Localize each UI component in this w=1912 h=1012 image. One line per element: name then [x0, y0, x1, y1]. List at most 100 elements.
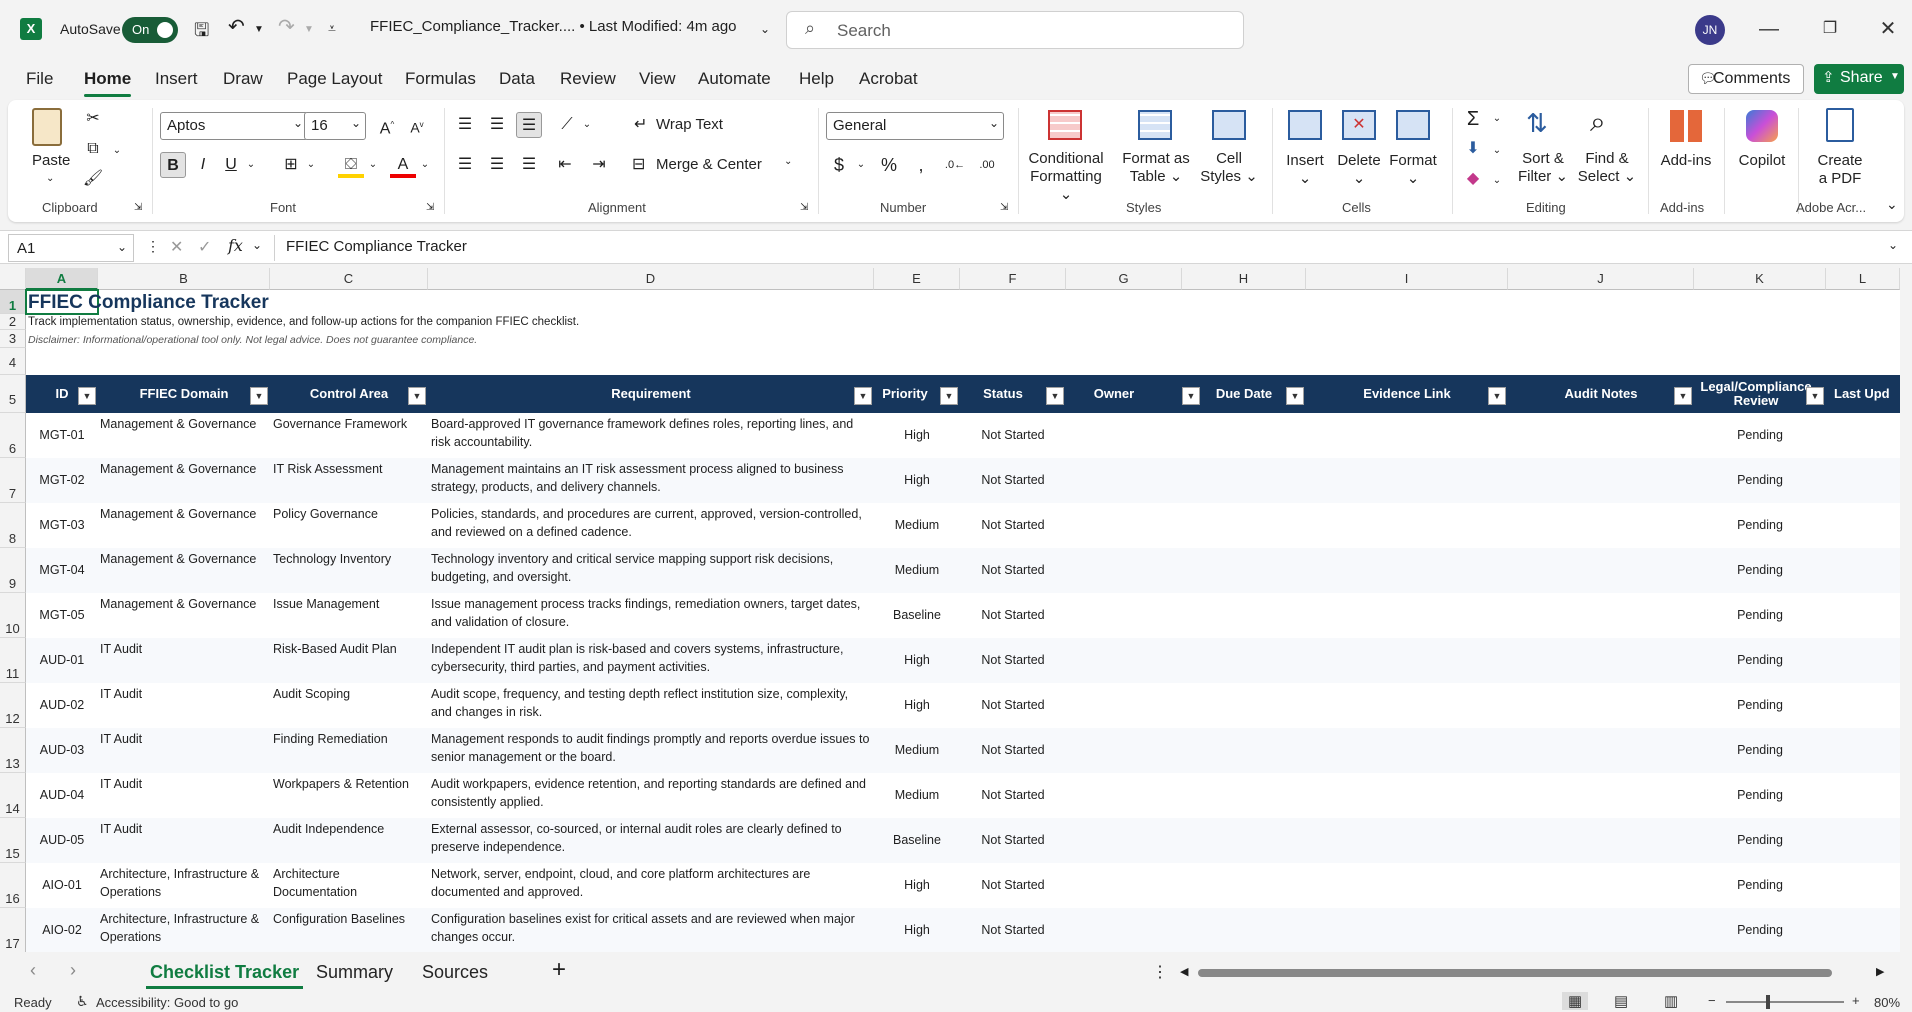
- align-middle-icon[interactable]: ☰: [484, 112, 510, 138]
- row-header[interactable]: 6: [0, 413, 26, 458]
- cell-req[interactable]: Board-approved IT governance framework d…: [431, 415, 871, 456]
- merge-center-button[interactable]: Merge & Center: [656, 156, 762, 174]
- select-all-corner[interactable]: [0, 268, 26, 290]
- row-header-2[interactable]: 2: [0, 314, 26, 330]
- column-header-k[interactable]: K: [1694, 268, 1826, 290]
- column-header-a[interactable]: A: [26, 268, 98, 290]
- merge-center-icon[interactable]: ⊟: [632, 154, 645, 174]
- tab-home[interactable]: Home: [84, 69, 132, 97]
- bold-icon[interactable]: B: [160, 152, 186, 178]
- autosave-toggle[interactable]: On: [122, 17, 178, 43]
- filter-dropdown-icon[interactable]: ▼: [1046, 387, 1064, 405]
- decrease-font-icon[interactable]: Av: [404, 112, 430, 138]
- cell-priority[interactable]: High: [874, 471, 960, 512]
- format-as-table-button[interactable]: Format as Table ⌄: [1118, 150, 1194, 186]
- create-pdf-icon[interactable]: [1826, 108, 1854, 142]
- create-pdf-button[interactable]: Create a PDF: [1808, 152, 1872, 188]
- filter-dropdown-icon[interactable]: ▼: [854, 387, 872, 405]
- zoom-slider[interactable]: [1726, 1001, 1844, 1003]
- cell-id[interactable]: MGT-02: [26, 471, 98, 512]
- cell-priority[interactable]: Medium: [874, 561, 960, 602]
- share-button[interactable]: ⇪ Share ▼: [1814, 64, 1904, 94]
- page-layout-view-icon[interactable]: ▤: [1614, 992, 1628, 1010]
- insert-function-chevron-icon[interactable]: ⌄: [252, 238, 262, 252]
- align-top-icon[interactable]: ☰: [452, 112, 478, 138]
- cell-domain[interactable]: Management & Governance: [100, 415, 268, 456]
- formula-input[interactable]: FFIEC Compliance Tracker: [286, 238, 467, 255]
- increase-decimal-icon[interactable]: .0←: [942, 152, 968, 178]
- sheet-tab-sources[interactable]: Sources: [422, 962, 488, 983]
- next-sheet-icon[interactable]: ›: [70, 960, 76, 981]
- column-header-l[interactable]: L: [1826, 268, 1900, 290]
- align-bottom-icon[interactable]: ☰: [516, 112, 542, 138]
- formula-bar-more-icon[interactable]: ⋮: [146, 238, 160, 255]
- tab-view[interactable]: View: [639, 69, 676, 89]
- column-header-h[interactable]: H: [1182, 268, 1306, 290]
- worksheet-grid[interactable]: A B C D E F G H I J K L 1 2 3 4 5 FFIEC …: [0, 268, 1900, 952]
- row-header-3[interactable]: 3: [0, 330, 26, 348]
- cell-domain[interactable]: IT Audit: [100, 730, 268, 771]
- format-as-table-icon[interactable]: [1138, 110, 1172, 140]
- cell-area[interactable]: Governance Framework: [273, 415, 425, 456]
- zoom-out-icon[interactable]: −: [1708, 993, 1716, 1008]
- cell-area[interactable]: Audit Independence: [273, 820, 425, 861]
- tab-acrobat[interactable]: Acrobat: [859, 69, 918, 89]
- italic-icon[interactable]: I: [190, 152, 216, 178]
- format-cells-button[interactable]: Format ⌄: [1386, 152, 1440, 188]
- page-break-view-icon[interactable]: ▥: [1664, 992, 1678, 1010]
- paste-chevron-icon[interactable]: ⌄: [46, 170, 54, 188]
- copilot-icon[interactable]: [1746, 110, 1778, 142]
- name-box-chevron-icon[interactable]: ⌄: [117, 240, 127, 254]
- fill-icon[interactable]: ⬇: [1460, 136, 1486, 162]
- decrease-decimal-icon[interactable]: .00: [974, 152, 1000, 178]
- scroll-left-icon[interactable]: ◀: [1180, 965, 1188, 978]
- conditional-formatting-button[interactable]: Conditional Formatting ⌄: [1028, 150, 1104, 204]
- cell-req[interactable]: External assessor, co-sourced, or intern…: [431, 820, 871, 861]
- document-title[interactable]: FFIEC_Compliance_Tracker.... • Last Modi…: [370, 18, 737, 35]
- cell-area[interactable]: Configuration Baselines: [273, 910, 425, 951]
- copy-chevron-icon[interactable]: ⌄: [104, 138, 130, 164]
- row-header[interactable]: 11: [0, 638, 26, 683]
- row-header[interactable]: 8: [0, 503, 26, 548]
- customize-toolbar-icon[interactable]: ⩡: [328, 20, 336, 37]
- underline-chevron-icon[interactable]: ⌄: [238, 152, 264, 178]
- column-header-j[interactable]: J: [1508, 268, 1694, 290]
- cell-area[interactable]: Finding Remediation: [273, 730, 425, 771]
- tab-automate[interactable]: Automate: [698, 69, 771, 89]
- column-header-e[interactable]: E: [874, 268, 960, 290]
- cell-domain[interactable]: Management & Governance: [100, 550, 268, 591]
- ribbon-collapse-icon[interactable]: ⌄: [1886, 196, 1898, 213]
- font-launcher-icon[interactable]: ⇲: [426, 202, 434, 213]
- horizontal-scroll-thumb[interactable]: [1198, 969, 1832, 977]
- filter-dropdown-icon[interactable]: ▼: [78, 387, 96, 405]
- tab-page-layout[interactable]: Page Layout: [287, 69, 382, 89]
- cell-id[interactable]: AUD-05: [26, 831, 98, 872]
- clipboard-launcher-icon[interactable]: ⇲: [134, 202, 142, 213]
- comma-icon[interactable]: ,: [908, 152, 934, 178]
- cell-req[interactable]: Network, server, endpoint, cloud, and co…: [431, 865, 871, 906]
- sort-filter-button[interactable]: Sort & Filter ⌄: [1514, 150, 1572, 186]
- tab-draw[interactable]: Draw: [223, 69, 263, 89]
- cell-id[interactable]: AUD-03: [26, 741, 98, 782]
- cell-area[interactable]: Technology Inventory: [273, 550, 425, 591]
- filter-dropdown-icon[interactable]: ▼: [1182, 387, 1200, 405]
- font-size-select[interactable]: 16 ⌄: [304, 112, 366, 140]
- cell-review[interactable]: Pending: [1694, 561, 1826, 602]
- cell-priority[interactable]: High: [874, 921, 960, 952]
- number-format-select[interactable]: General ⌄: [826, 112, 1004, 140]
- paste-icon[interactable]: [32, 108, 62, 146]
- cell-area[interactable]: Issue Management: [273, 595, 425, 636]
- accessibility-icon[interactable]: ♿︎: [76, 993, 89, 1010]
- filter-dropdown-icon[interactable]: ▼: [1286, 387, 1304, 405]
- column-header-f[interactable]: F: [960, 268, 1066, 290]
- cell-req[interactable]: Audit workpapers, evidence retention, an…: [431, 775, 871, 816]
- cell-review[interactable]: Pending: [1694, 651, 1826, 692]
- increase-font-icon[interactable]: A^: [374, 112, 400, 138]
- wrap-text-icon[interactable]: ↵: [634, 114, 647, 134]
- scroll-right-icon[interactable]: ▶: [1876, 965, 1884, 978]
- cell-domain[interactable]: IT Audit: [100, 820, 268, 861]
- row-header-1[interactable]: 1: [0, 290, 26, 314]
- autosum-icon[interactable]: Σ: [1460, 106, 1486, 132]
- cell-domain[interactable]: IT Audit: [100, 685, 268, 726]
- cell-status[interactable]: Not Started: [960, 831, 1066, 872]
